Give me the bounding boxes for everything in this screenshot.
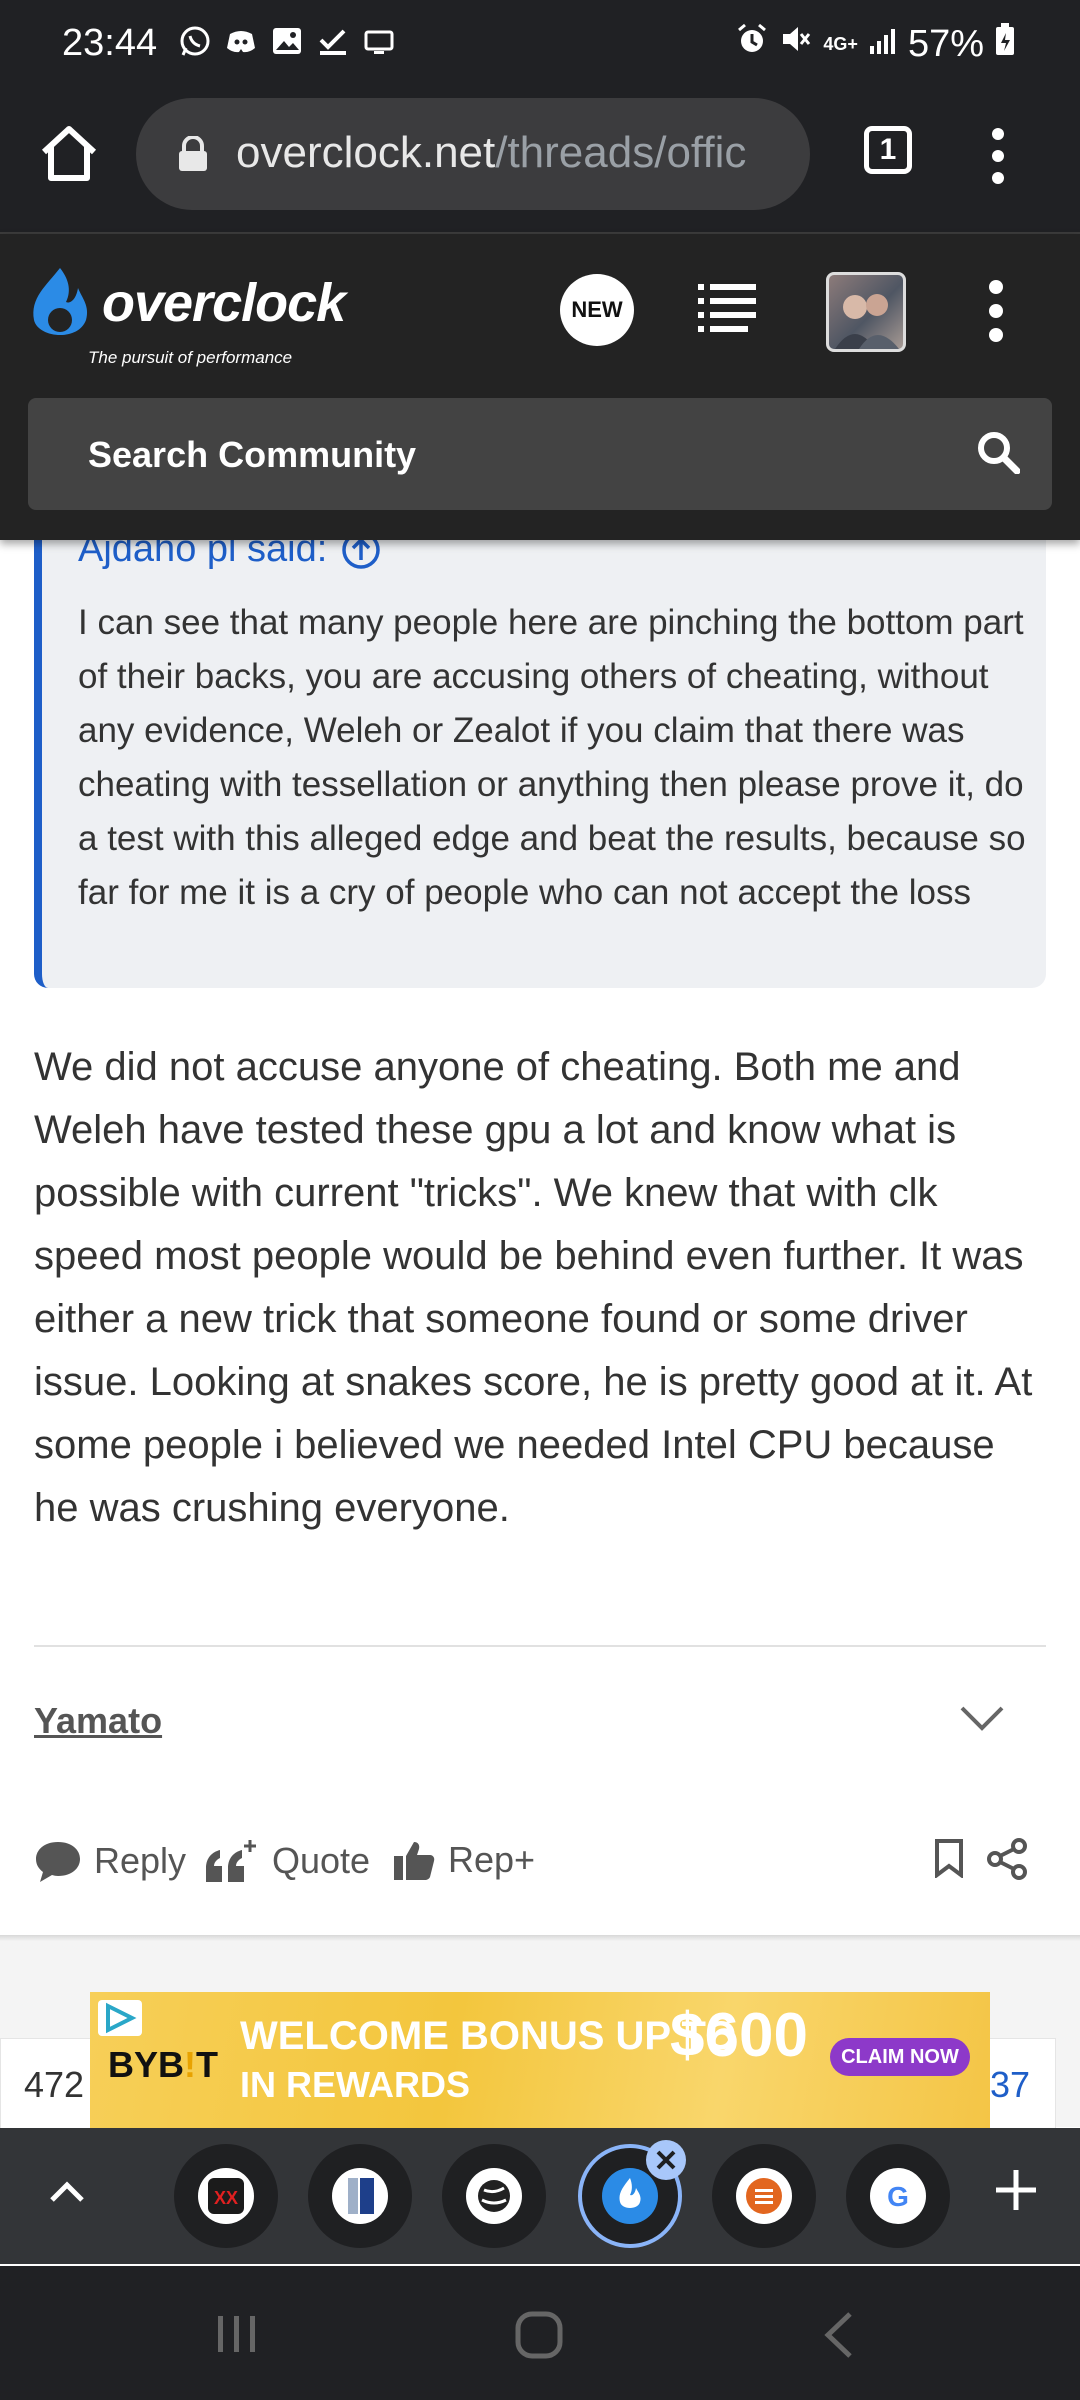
tab-google[interactable]: G [846, 2144, 950, 2248]
search-placeholder: Search Community [88, 434, 417, 475]
gallery-icon [270, 24, 304, 58]
ad-amount: $600 [670, 2001, 808, 2070]
browser-menu-icon[interactable] [988, 126, 1008, 186]
site-menu-icon[interactable] [986, 278, 1006, 344]
bookmark-icon [935, 1839, 963, 1878]
site-logo[interactable]: overclock The pursuit of performance [26, 264, 346, 367]
battery-icon [994, 22, 1016, 66]
svg-text:XX: XX [214, 2188, 238, 2208]
ad-headline-2: IN REWARDS [240, 2064, 471, 2105]
ad-brand: BYB!T [108, 2044, 218, 2086]
quote-button[interactable]: Quote [202, 1838, 370, 1884]
reply-label: Reply [94, 1840, 187, 1881]
search-icon[interactable] [976, 430, 1021, 475]
search-bar[interactable]: Search Community [28, 398, 1052, 510]
ad-headline-1: WELCOME BONUS UP TO [240, 2014, 737, 2058]
user-avatar[interactable] [826, 272, 906, 352]
logo-tagline: The pursuit of performance [88, 348, 293, 367]
ad-brand-right: T [196, 2044, 219, 2085]
url-path: /threads/offic [495, 128, 747, 177]
quote-icon [206, 1840, 256, 1882]
new-posts-button[interactable]: NEW [560, 274, 636, 350]
new-tab-plus-icon[interactable] [992, 2166, 1040, 2214]
url-domain: overclock.net [236, 128, 496, 177]
quote-block: Ajdaho pl said: I can see that many peop… [34, 528, 1046, 988]
red-app-icon: XX [198, 2168, 254, 2224]
quote-text: I can see that many people here are pinc… [78, 603, 1026, 912]
ad-brand-left: BYB [108, 2044, 185, 2085]
post-body: We did not accuse anyone of cheating. Bo… [34, 1045, 1033, 1530]
share-button[interactable] [986, 1838, 1028, 1880]
reply-button[interactable]: Reply [34, 1838, 186, 1884]
quote-label: Quote [272, 1840, 371, 1881]
alarm-icon [735, 22, 769, 66]
mute-icon [779, 22, 813, 66]
avatar-image [835, 294, 899, 349]
battery-percent: 57% [907, 22, 984, 65]
rep-button[interactable]: Rep+ [392, 1838, 535, 1882]
tab-orange[interactable] [712, 2144, 816, 2248]
chevron-up-icon[interactable] [42, 2172, 92, 2212]
signature-username[interactable]: Yamato [34, 1700, 162, 1742]
home-nav-icon[interactable] [514, 2310, 564, 2360]
whatsapp-icon [178, 24, 212, 58]
signature-divider [34, 1645, 1046, 1647]
logo-wordmark: overclock [102, 273, 346, 333]
new-badge: NEW [560, 274, 634, 346]
lock-icon [176, 135, 210, 172]
screen-icon [362, 24, 396, 58]
address-bar[interactable]: overclock.net/threads/offic [136, 98, 810, 210]
tab-switcher-button[interactable]: 1 [864, 126, 912, 174]
back-icon[interactable] [820, 2310, 856, 2360]
system-nav-bar [0, 2266, 1080, 2400]
reply-icon [36, 1842, 80, 1882]
ad-claim-button[interactable]: CLAIM NOW [830, 2038, 970, 2076]
tab-blue-page[interactable] [308, 2144, 412, 2248]
share-icon [987, 1838, 1027, 1880]
close-tab-icon[interactable] [646, 2140, 686, 2180]
orange-app-icon [736, 2168, 792, 2224]
system-status: 4G+ 57% [735, 22, 1016, 66]
status-time: 23:44 [62, 22, 158, 64]
page-thumbnail-icon [332, 2168, 388, 2224]
chevron-down-icon[interactable] [958, 1700, 1006, 1736]
signal-icon [868, 23, 898, 66]
tab-red-app[interactable]: XX [174, 2144, 278, 2248]
check-icon [316, 24, 350, 58]
next-post-partial-left: 472 [24, 2064, 85, 2105]
post-actions: Reply Quote Rep+ [34, 1838, 1046, 1888]
status-bar: 23:44 4G+ 57% [0, 0, 1080, 90]
list-icon[interactable] [696, 278, 758, 340]
notification-icons [178, 24, 396, 58]
globe-icon [466, 2168, 522, 2224]
rep-label: Rep+ [448, 1839, 536, 1880]
tab-strip: XX G [0, 2128, 1080, 2264]
site-header: overclock The pursuit of performance NEW… [0, 234, 1080, 540]
url-text[interactable]: overclock.net/threads/offic [236, 128, 796, 178]
browser-toolbar: overclock.net/threads/offic 1 [0, 90, 1080, 234]
svg-text:G: G [887, 2181, 909, 2212]
ad-choices-icon[interactable] [98, 2000, 142, 2036]
tab-globe[interactable] [442, 2144, 546, 2248]
next-post-partial-right[interactable]: 37 [990, 2064, 1030, 2106]
thumbs-up-icon [394, 1842, 435, 1880]
4g-icon: 4G+ [823, 34, 858, 54]
ad-banner[interactable]: BYB!T WELCOME BONUS UP TO $600 IN REWARD… [90, 1992, 990, 2128]
home-icon[interactable] [36, 120, 102, 186]
flame-icon [33, 268, 88, 336]
bookmark-button[interactable] [932, 1838, 966, 1878]
ad-brand-mid: ! [184, 2044, 197, 2085]
google-icon: G [870, 2168, 926, 2224]
discord-icon [224, 24, 258, 58]
recents-icon[interactable] [212, 2314, 262, 2354]
